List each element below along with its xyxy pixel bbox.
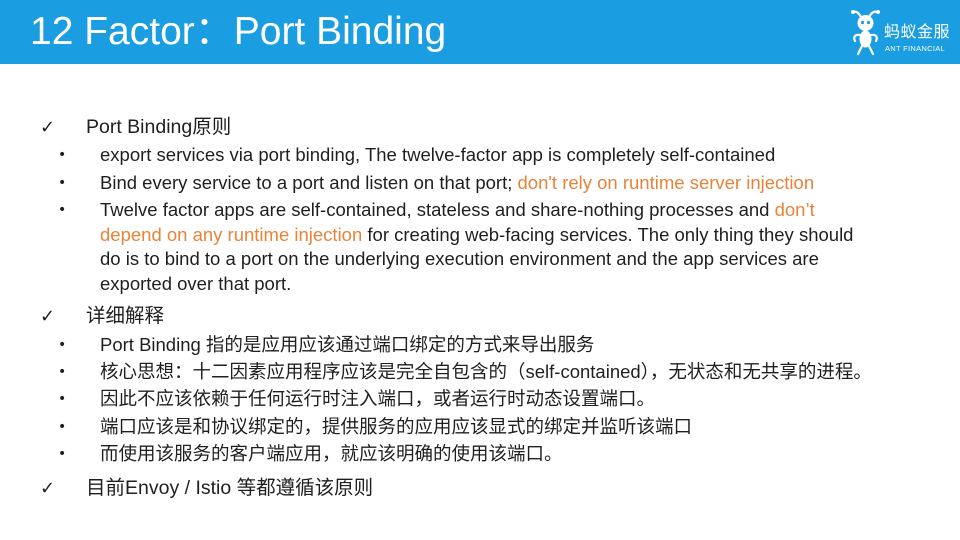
heading-text: 详细解释	[86, 305, 165, 327]
bullet-icon: •	[58, 175, 67, 191]
section-heading-details: ✓ 详细解释	[40, 303, 164, 330]
list-item: • Port Binding 指的是应用应该通过端口绑定的方式来导出服务	[58, 333, 900, 358]
company-logo: 蚂蚁金服 ANT FINANCIAL	[850, 6, 954, 58]
logo-name-cn: 蚂蚁金服	[884, 24, 951, 41]
check-icon: ✓	[40, 478, 56, 499]
bullet-text: Bind every service to a port and listen …	[100, 172, 815, 193]
check-icon: ✓	[40, 117, 56, 138]
bullet-icon: •	[58, 202, 67, 218]
list-item: • export services via port binding, The …	[58, 143, 900, 168]
bullet-text: Twelve factor apps are self-contained, s…	[100, 199, 854, 294]
bullet-text: 而使用该服务的客户端应用，就应该明确的使用该端口。	[100, 443, 563, 464]
bullet-icon: •	[58, 419, 67, 435]
heading-text: Port Binding原则	[86, 116, 232, 138]
header-bar: 12 Factor：Port Binding 蚂蚁金服 ANT FINANCIA…	[0, 0, 960, 64]
bullet-icon: •	[58, 391, 67, 407]
list-item: • 而使用该服务的客户端应用，就应该明确的使用该端口。	[58, 442, 900, 467]
bullet-icon: •	[58, 147, 67, 163]
list-item: • 端口应该是和协议绑定的，提供服务的应用应该显式的绑定并监听该端口	[58, 415, 900, 440]
bullet-text: 因此不应该依赖于任何运行时注入端口，或者运行时动态设置端口。	[100, 388, 656, 409]
highlighted-text: don't rely on runtime server injection	[517, 172, 815, 193]
section-heading-port-binding: ✓ Port Binding原则	[40, 114, 231, 141]
ant-logo-icon	[851, 10, 880, 56]
check-icon: ✓	[40, 306, 56, 327]
slide-title: 12 Factor：Port Binding	[30, 10, 447, 53]
bullet-icon: •	[58, 337, 67, 353]
bullet-text: 端口应该是和协议绑定的，提供服务的应用应该显式的绑定并监听该端口	[100, 416, 693, 437]
bullet-text: 核心思想：十二因素应用程序应该是完全自包含的（self-contained），无…	[100, 361, 872, 382]
bullet-text: Port Binding 指的是应用应该通过端口绑定的方式来导出服务	[100, 334, 595, 355]
bullet-text: export services via port binding, The tw…	[100, 144, 776, 165]
heading-text: 目前Envoy / Istio 等都遵循该原则	[86, 477, 374, 499]
list-item: • 核心思想：十二因素应用程序应该是完全自包含的（self-contained）…	[58, 360, 900, 385]
logo-name-en: ANT FINANCIAL	[885, 44, 946, 53]
slide: 12 Factor：Port Binding 蚂蚁金服 ANT FINANCIA…	[0, 0, 960, 540]
list-item: • Bind every service to a port and liste…	[58, 171, 900, 196]
list-item: • Twelve factor apps are self-contained,…	[58, 198, 862, 296]
bullet-icon: •	[58, 446, 67, 462]
section-heading-adoption: ✓ 目前Envoy / Istio 等都遵循该原则	[40, 475, 373, 502]
bullet-icon: •	[58, 364, 67, 380]
list-item: • 因此不应该依赖于任何运行时注入端口，或者运行时动态设置端口。	[58, 387, 900, 412]
